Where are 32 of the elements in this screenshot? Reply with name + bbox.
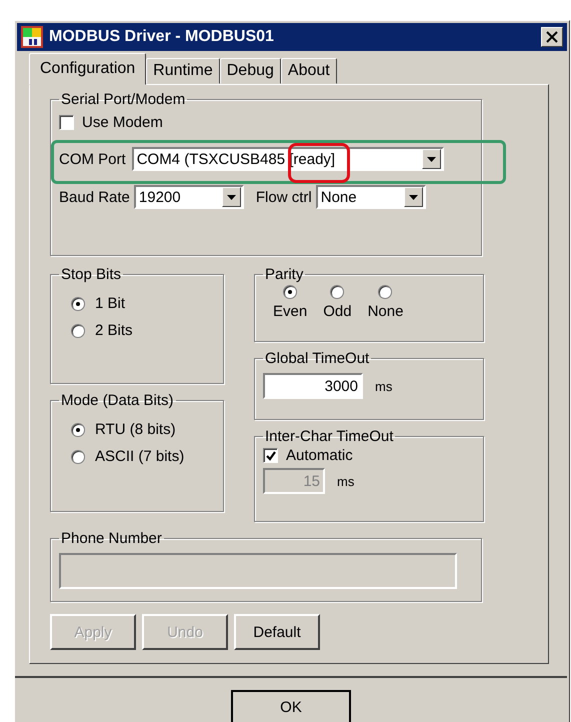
tab[interactable]: Runtime: [146, 58, 220, 84]
ok-button[interactable]: OK: [231, 690, 351, 722]
group-title: Stop Bits: [60, 266, 122, 283]
timeout-input[interactable]: 3000: [263, 373, 363, 399]
group-title: Serial Port/Modem: [60, 91, 186, 108]
com-port-dropdown[interactable]: COM4 (TSXCUSB485 [ready]: [132, 147, 444, 171]
radio-label: ASCII (7 bits): [95, 448, 184, 465]
group-title: Inter-Char TimeOut: [264, 428, 394, 445]
unit-label: ms: [337, 474, 354, 488]
tab[interactable]: About: [280, 58, 337, 84]
radio-label: None: [368, 303, 404, 320]
tab[interactable]: Configuration: [29, 53, 146, 85]
radio-label: Even: [273, 303, 308, 320]
radio-label: 1 Bit: [95, 295, 126, 312]
radio-label: RTU (8 bits): [95, 421, 176, 438]
flow-control-dropdown[interactable]: None: [316, 185, 426, 209]
checkbox-label: Use Modem: [82, 114, 163, 131]
tab[interactable]: Debug: [220, 58, 281, 84]
group-title: Global TimeOut: [264, 350, 370, 367]
unit-label: ms: [375, 378, 392, 394]
action-button[interactable]: Default: [234, 614, 320, 650]
radio-label: 2 Bits: [95, 322, 133, 339]
radio-label: Odd: [323, 303, 352, 320]
group-title: Mode (Data Bits): [60, 392, 175, 409]
group-title: Phone Number: [60, 530, 163, 547]
field-label: Baud Rate: [59, 188, 130, 206]
checkbox-label: Automatic: [286, 447, 353, 464]
field-label: Flow ctrl: [256, 188, 312, 206]
window-title: MODBUS Driver - MODBUS01: [49, 28, 275, 46]
field-label: COM Port: [59, 150, 126, 168]
baud-rate-dropdown[interactable]: 19200: [134, 185, 244, 209]
group-title: Parity: [264, 266, 304, 283]
